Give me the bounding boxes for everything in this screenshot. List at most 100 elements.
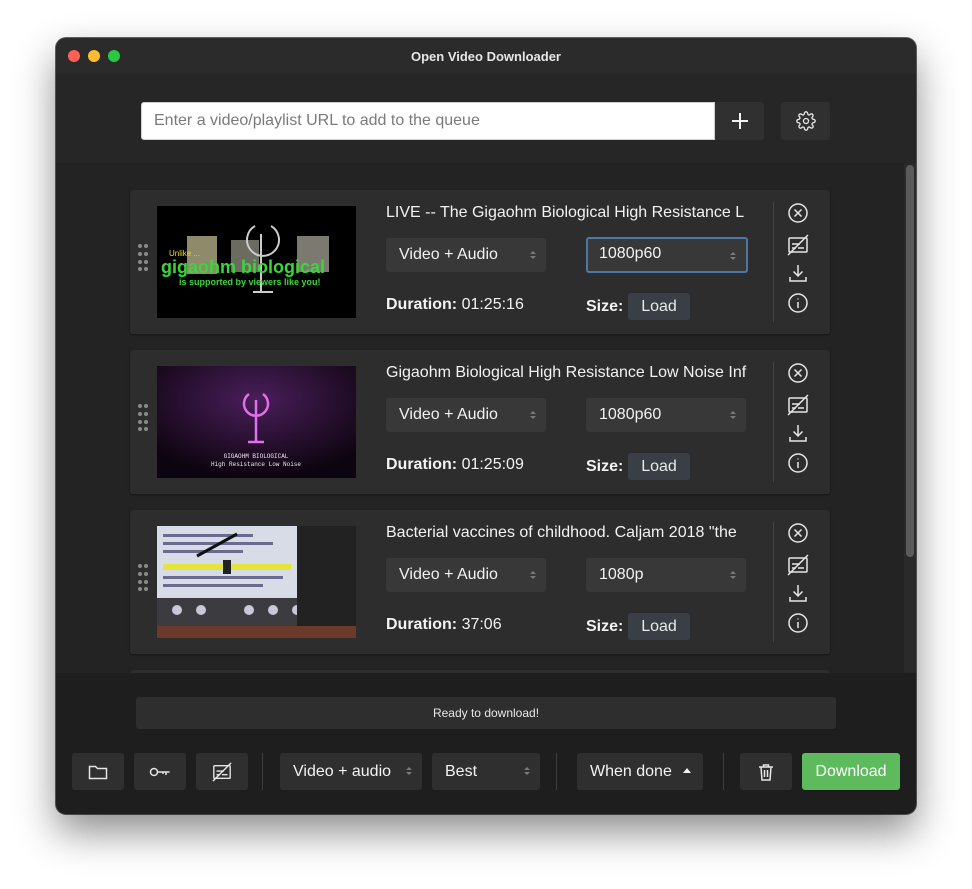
- plus-icon: [731, 113, 748, 129]
- info-icon: [788, 613, 808, 633]
- type-select-value: Video + Audio: [399, 566, 498, 583]
- chevron-updown-icon: [730, 411, 736, 419]
- toolbar-separator: [262, 753, 263, 790]
- download-type-value: Video + audio: [293, 763, 392, 780]
- quality-select[interactable]: 1080p: [586, 558, 746, 592]
- chevron-updown-icon: [406, 767, 412, 775]
- authentication-button[interactable]: [134, 753, 186, 790]
- gear-icon: [795, 111, 816, 131]
- subtitles-button[interactable]: [786, 393, 810, 417]
- chevron-updown-icon: [524, 767, 530, 775]
- queue-scrollbar[interactable]: [904, 163, 916, 673]
- download-item-button[interactable]: [786, 581, 810, 605]
- title-bar: Open Video Downloader: [56, 38, 916, 74]
- chevron-updown-icon: [730, 571, 736, 579]
- video-thumbnail: GIGAOHM BIOLOGICAL High Resistance Low N…: [157, 366, 356, 478]
- chevron-updown-icon: [530, 571, 536, 579]
- video-title: Bacterial vaccines of childhood. Caljam …: [386, 524, 737, 541]
- video-title: LIVE -- The Gigaohm Biological High Resi…: [386, 204, 745, 221]
- info-icon: [788, 293, 808, 313]
- no-subtitles-icon: [212, 761, 232, 782]
- drag-handle-icon[interactable]: [138, 564, 148, 592]
- trash-icon: [759, 763, 773, 781]
- remove-item-button[interactable]: [786, 361, 810, 385]
- chevron-updown-icon: [730, 252, 736, 260]
- load-size-button[interactable]: Load: [628, 293, 690, 320]
- quality-select-value: 1080p60: [599, 245, 662, 262]
- video-thumbnail: Unlike ... gigaohm biological is support…: [157, 206, 356, 318]
- global-quality-select[interactable]: Best: [432, 753, 540, 790]
- video-title: Gigaohm Biological High Resistance Low N…: [386, 364, 747, 381]
- download-button[interactable]: Download: [802, 753, 900, 790]
- type-select-value: Video + Audio: [399, 406, 498, 423]
- thumbnail-text-main: GIGAOHM BIOLOGICAL: [224, 453, 289, 460]
- download-item-button[interactable]: [786, 261, 810, 285]
- folder-icon: [88, 765, 108, 779]
- card-divider: [773, 202, 774, 322]
- type-select[interactable]: Video + Audio: [386, 238, 546, 272]
- download-icon: [789, 265, 807, 282]
- remove-item-button[interactable]: [786, 201, 810, 225]
- thumbnail-text-main: gigaohm biological: [161, 257, 325, 277]
- when-done-label: When done: [590, 763, 672, 780]
- type-select[interactable]: Video + Audio: [386, 398, 546, 432]
- add-url-button[interactable]: [715, 102, 764, 140]
- download-icon: [789, 585, 807, 602]
- no-subtitles-icon: [787, 234, 809, 256]
- item-info-button[interactable]: [786, 451, 810, 475]
- download-icon: [789, 425, 807, 442]
- queue-item: [130, 670, 830, 673]
- quality-select[interactable]: 1080p60: [586, 237, 748, 273]
- download-item-button[interactable]: [786, 421, 810, 445]
- subtitles-button[interactable]: [786, 233, 810, 257]
- download-folder-button[interactable]: [72, 753, 124, 790]
- scrollbar-thumb[interactable]: [906, 165, 914, 557]
- duration-value: 01:25:09: [461, 456, 524, 473]
- duration-value: 01:25:16: [461, 296, 524, 313]
- duration-label: Duration:: [386, 456, 458, 473]
- card-divider: [773, 362, 774, 482]
- type-select[interactable]: Video + Audio: [386, 558, 546, 592]
- no-subtitles-icon: [787, 394, 809, 416]
- size-label: Size:: [586, 458, 624, 475]
- video-thumbnail: [157, 526, 356, 638]
- close-circle-icon: [788, 363, 808, 383]
- download-queue: Unlike ... gigaohm biological is support…: [56, 163, 916, 673]
- caret-up-icon: [683, 768, 691, 773]
- duration-value: 37:06: [461, 616, 502, 633]
- info-icon: [788, 453, 808, 473]
- duration: Duration: 01:25:16: [386, 296, 524, 314]
- size-label: Size:: [586, 298, 624, 315]
- queue-item: Unlike ... gigaohm biological is support…: [130, 190, 830, 334]
- load-size-button[interactable]: Load: [628, 453, 690, 480]
- settings-button[interactable]: [781, 102, 830, 140]
- quality-select-value: 1080p60: [599, 406, 662, 423]
- item-info-button[interactable]: [786, 611, 810, 635]
- drag-handle-icon[interactable]: [138, 244, 148, 272]
- queue-item: Bacterial vaccines of childhood. Caljam …: [130, 510, 830, 654]
- status-bar: Ready to download!: [136, 697, 836, 729]
- close-circle-icon: [788, 523, 808, 543]
- window-title: Open Video Downloader: [410, 49, 561, 64]
- drag-handle-icon[interactable]: [138, 404, 148, 432]
- clear-queue-button[interactable]: [740, 753, 792, 790]
- queue-item: GIGAOHM BIOLOGICAL High Resistance Low N…: [130, 350, 830, 494]
- key-icon: [149, 767, 170, 776]
- app-window: Open Video Downloader Unlike ... gigaohm…: [56, 38, 916, 814]
- url-input[interactable]: [141, 102, 715, 140]
- duration-label: Duration:: [386, 616, 458, 633]
- download-type-select[interactable]: Video + audio: [280, 753, 422, 790]
- chevron-updown-icon: [530, 251, 536, 259]
- global-quality-value: Best: [445, 763, 478, 780]
- toolbar-separator: [723, 753, 724, 790]
- subtitles-global-button[interactable]: [196, 753, 248, 790]
- quality-select[interactable]: 1080p60: [586, 398, 746, 432]
- subtitles-button[interactable]: [786, 553, 810, 577]
- quality-select-value: 1080p: [599, 566, 644, 583]
- toolbar-separator: [556, 753, 557, 790]
- remove-item-button[interactable]: [786, 521, 810, 545]
- chevron-updown-icon: [530, 411, 536, 419]
- when-done-dropdown[interactable]: When done: [577, 753, 703, 790]
- item-info-button[interactable]: [786, 291, 810, 315]
- load-size-button[interactable]: Load: [628, 613, 690, 640]
